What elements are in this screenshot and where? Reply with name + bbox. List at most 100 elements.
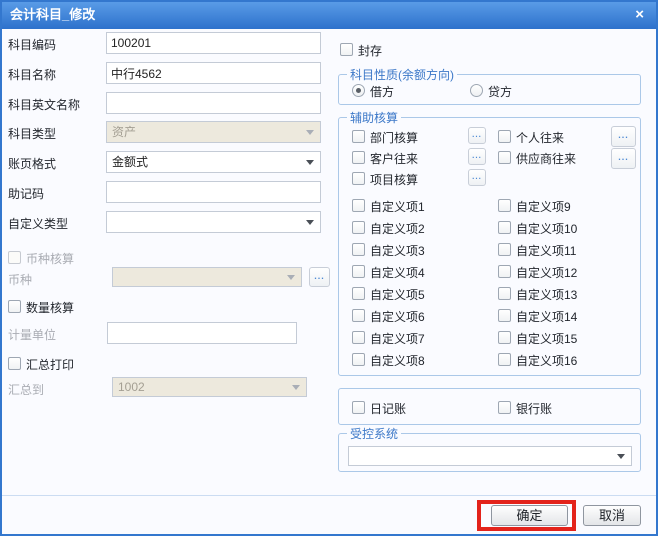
dropdown-arrow-icon (306, 220, 314, 225)
personal-label: 个人往来 (516, 129, 564, 146)
currency-accounting-checkbox (8, 251, 21, 264)
custom-item-6-label: 自定义项6 (370, 308, 425, 325)
summary-to-label: 汇总到 (8, 381, 44, 398)
supplier-checkbox[interactable] (498, 151, 511, 164)
debit-radio[interactable] (352, 84, 365, 97)
dept-accounting-label: 部门核算 (370, 129, 418, 146)
customer-browse-button[interactable]: ... (468, 148, 486, 165)
project-checkbox[interactable] (352, 172, 365, 185)
dropdown-arrow-icon (287, 275, 295, 280)
custom-item-13-label: 自定义项13 (516, 286, 577, 303)
custom-type-label: 自定义类型 (8, 215, 68, 232)
checkbox-custom-item-7[interactable] (352, 331, 365, 344)
checkbox-custom-item-2[interactable] (352, 221, 365, 234)
supplier-browse-button[interactable]: ... (611, 148, 636, 169)
currency-label: 币种 (8, 271, 32, 288)
summary-to-value: 1002 (118, 380, 145, 394)
custom-item-1-label: 自定义项1 (370, 198, 425, 215)
custom-item-5-label: 自定义项5 (370, 286, 425, 303)
subject-code-label: 科目编码 (8, 36, 56, 53)
personal-browse-button[interactable]: ... (611, 126, 636, 147)
sealed-label: 封存 (358, 42, 382, 59)
checkbox-custom-item-14[interactable] (498, 309, 511, 322)
custom-item-11-label: 自定义项11 (516, 242, 576, 259)
summary-print-checkbox[interactable] (8, 357, 21, 370)
checkbox-custom-item-12[interactable] (498, 265, 511, 278)
page-format-value: 金额式 (112, 155, 148, 169)
checkbox-custom-item-1[interactable] (352, 199, 365, 212)
quantity-accounting-label: 数量核算 (26, 299, 74, 316)
custom-item-4-label: 自定义项4 (370, 264, 425, 281)
journal-checkbox[interactable] (352, 401, 365, 414)
checkbox-custom-item-5[interactable] (352, 287, 365, 300)
custom-item-8-label: 自定义项8 (370, 352, 425, 369)
custom-item-12-label: 自定义项12 (516, 264, 577, 281)
checkbox-custom-item-6[interactable] (352, 309, 365, 322)
supplier-label: 供应商往来 (516, 150, 576, 167)
bank-ledger-label: 银行账 (516, 400, 552, 417)
custom-type-select[interactable] (106, 211, 321, 233)
close-icon[interactable]: × (635, 1, 644, 28)
unit-input[interactable] (107, 322, 297, 344)
sealed-checkbox[interactable] (340, 43, 353, 56)
checkbox-custom-item-11[interactable] (498, 243, 511, 256)
subject-code-input[interactable] (106, 32, 321, 54)
mnemonic-input[interactable] (106, 181, 321, 203)
currency-browse-button[interactable]: ... (309, 267, 330, 287)
quantity-accounting-checkbox[interactable] (8, 300, 21, 313)
dept-browse-button[interactable]: ... (468, 127, 486, 144)
project-label: 项目核算 (370, 171, 418, 188)
subject-type-select: 资产 (106, 121, 321, 143)
credit-label: 贷方 (488, 83, 512, 100)
checkbox-custom-item-15[interactable] (498, 331, 511, 344)
summary-print-label: 汇总打印 (26, 356, 74, 373)
customer-checkbox[interactable] (352, 151, 365, 164)
controlled-system-title: 受控系统 (347, 425, 401, 442)
dialog-title: 会计科目_修改 (10, 1, 95, 29)
project-browse-button[interactable]: ... (468, 169, 486, 186)
custom-item-16-label: 自定义项16 (516, 352, 577, 369)
subject-type-value: 资产 (112, 125, 136, 139)
subject-en-name-input[interactable] (106, 92, 321, 114)
checkbox-custom-item-9[interactable] (498, 199, 511, 212)
subject-type-label: 科目类型 (8, 125, 56, 142)
currency-accounting-label: 币种核算 (26, 250, 74, 267)
dropdown-arrow-icon (617, 454, 625, 459)
dept-accounting-checkbox[interactable] (352, 130, 365, 143)
checkbox-custom-item-13[interactable] (498, 287, 511, 300)
cancel-button[interactable]: 取消 (583, 505, 641, 526)
subject-name-label: 科目名称 (8, 66, 56, 83)
custom-item-15-label: 自定义项15 (516, 330, 577, 347)
dropdown-arrow-icon (306, 130, 314, 135)
balance-direction-title: 科目性质(余额方向) (347, 66, 457, 83)
checkbox-custom-item-16[interactable] (498, 353, 511, 366)
customer-label: 客户往来 (370, 150, 418, 167)
dropdown-arrow-icon (306, 160, 314, 165)
titlebar[interactable]: 会计科目_修改 × (0, 0, 658, 29)
aux-accounting-title: 辅助核算 (347, 109, 401, 126)
subject-name-input[interactable] (106, 62, 321, 84)
footer-divider (2, 495, 656, 496)
subject-en-name-label: 科目英文名称 (8, 96, 80, 113)
checkbox-custom-item-10[interactable] (498, 221, 511, 234)
custom-item-14-label: 自定义项14 (516, 308, 577, 325)
personal-checkbox[interactable] (498, 130, 511, 143)
custom-item-7-label: 自定义项7 (370, 330, 425, 347)
custom-item-3-label: 自定义项3 (370, 242, 425, 259)
debit-label: 借方 (370, 83, 394, 100)
ok-button[interactable]: 确定 (491, 505, 568, 526)
unit-label: 计量单位 (8, 326, 56, 343)
mnemonic-label: 助记码 (8, 185, 44, 202)
checkbox-custom-item-4[interactable] (352, 265, 365, 278)
journal-label: 日记账 (370, 400, 406, 417)
checkbox-custom-item-8[interactable] (352, 353, 365, 366)
bank-ledger-checkbox[interactable] (498, 401, 511, 414)
dropdown-arrow-icon (292, 385, 300, 390)
credit-radio[interactable] (470, 84, 483, 97)
controlled-system-select[interactable] (348, 446, 632, 466)
custom-item-9-label: 自定义项9 (516, 198, 571, 215)
page-format-select[interactable]: 金额式 (106, 151, 321, 173)
checkbox-custom-item-3[interactable] (352, 243, 365, 256)
page-format-label: 账页格式 (8, 155, 56, 172)
summary-to-select: 1002 (112, 377, 307, 397)
